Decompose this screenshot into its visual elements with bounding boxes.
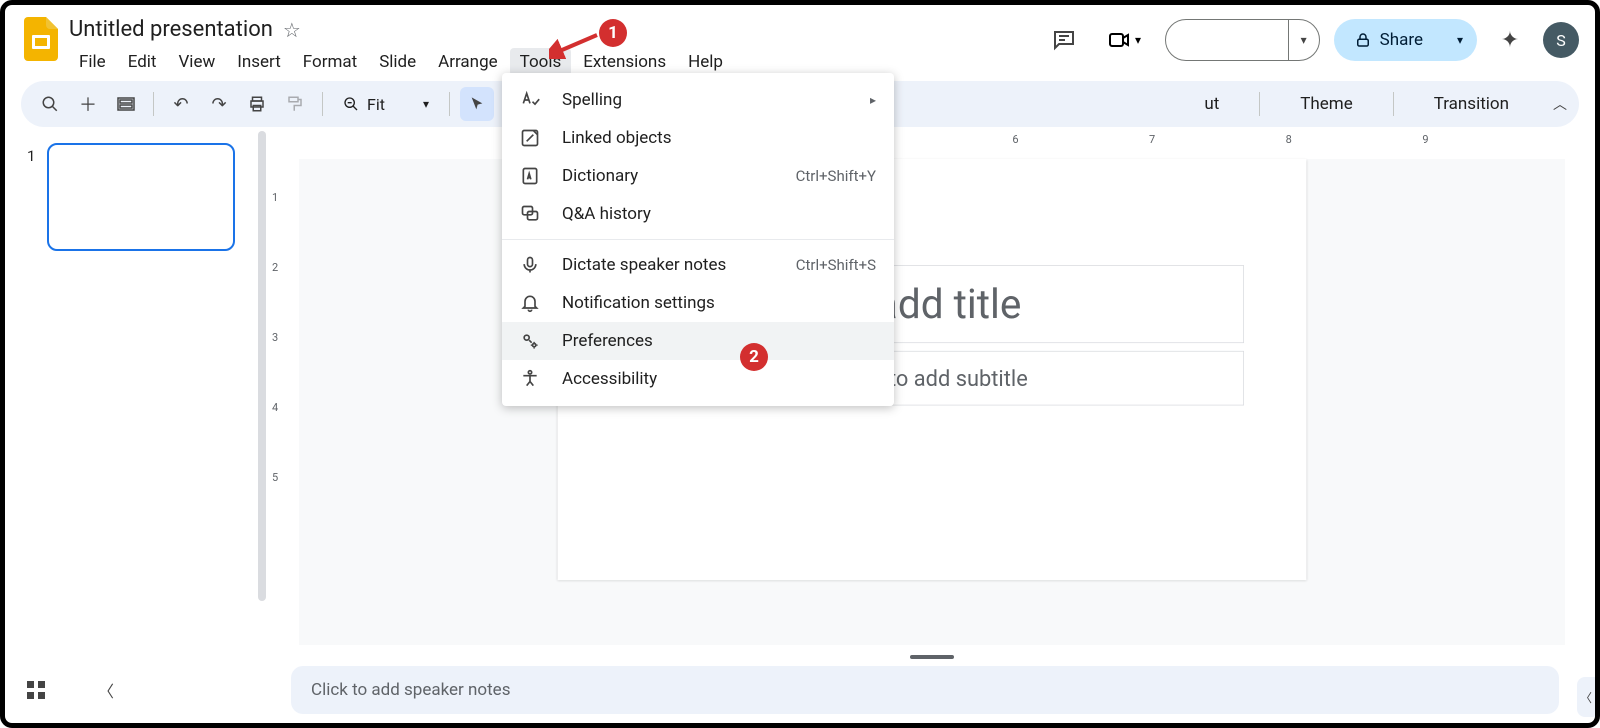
- menu-item-label: Dictate speaker notes: [562, 255, 726, 275]
- vertical-ruler: 12345: [269, 151, 289, 665]
- menu-file[interactable]: File: [69, 48, 116, 76]
- menu-item-dictionary[interactable]: Dictionary Ctrl+Shift+Y: [502, 157, 894, 195]
- share-button[interactable]: Share ▾: [1334, 19, 1477, 61]
- lock-icon: [1354, 31, 1372, 49]
- zoom-dropdown[interactable]: Fit ▾: [333, 95, 439, 114]
- menu-insert[interactable]: Insert: [227, 48, 291, 76]
- star-icon[interactable]: ☆: [283, 18, 301, 42]
- spelling-icon: [520, 89, 546, 111]
- document-title[interactable]: Untitled presentation: [69, 17, 273, 42]
- linked-icon: [520, 127, 546, 149]
- slideshow-dropdown[interactable]: ▾: [1288, 20, 1319, 60]
- menu-help[interactable]: Help: [678, 48, 733, 76]
- slide-thumbnails-panel: 1: [5, 131, 255, 665]
- dict-icon: [520, 165, 546, 187]
- menu-item-q-a-history[interactable]: Q&A history: [502, 195, 894, 233]
- share-label: Share: [1380, 30, 1423, 50]
- menu-shortcut: Ctrl+Shift+Y: [796, 167, 876, 185]
- menu-item-label: Dictionary: [562, 166, 638, 186]
- grid-view-icon[interactable]: [21, 675, 51, 705]
- menu-item-label: Linked objects: [562, 128, 672, 148]
- menu-item-spelling[interactable]: Spelling ▸: [502, 81, 894, 119]
- account-avatar[interactable]: S: [1543, 22, 1579, 58]
- gemini-icon[interactable]: ✦: [1491, 21, 1529, 59]
- speaker-notes-resize-handle[interactable]: [910, 655, 954, 659]
- previous-slide-icon[interactable]: 〈: [91, 675, 121, 705]
- layout-tab-cut[interactable]: ut: [1190, 88, 1233, 120]
- theme-tab[interactable]: Theme: [1286, 88, 1366, 120]
- menu-item-notification-settings[interactable]: Notification settings: [502, 284, 894, 322]
- annotation-arrow: [549, 29, 601, 59]
- annotation-callout-2: 2: [740, 343, 768, 371]
- menu-shortcut: Ctrl+Shift+S: [796, 256, 876, 274]
- collapse-toolbar-icon[interactable]: ︿: [1553, 94, 1567, 114]
- menu-view[interactable]: View: [168, 48, 225, 76]
- transition-tab[interactable]: Transition: [1420, 88, 1523, 120]
- menu-item-linked-objects[interactable]: Linked objects: [502, 119, 894, 157]
- menu-slide[interactable]: Slide: [369, 48, 426, 76]
- expand-side-panel-icon[interactable]: 〈: [1577, 677, 1595, 717]
- chevron-down-icon: ▾: [423, 97, 429, 111]
- undo-icon[interactable]: ↶: [164, 87, 198, 121]
- slideshow-button[interactable]: Slideshow ▾: [1165, 19, 1320, 61]
- share-dropdown[interactable]: ▾: [1443, 19, 1477, 61]
- menu-format[interactable]: Format: [293, 48, 367, 76]
- bell-icon: [520, 292, 546, 314]
- zoom-label: Fit: [367, 95, 385, 114]
- menu-item-label: Q&A history: [562, 204, 651, 224]
- print-icon[interactable]: [240, 87, 274, 121]
- annotation-callout-1: 1: [599, 19, 627, 47]
- thumbnail-scrollbar[interactable]: [255, 131, 269, 665]
- speaker-notes-input[interactable]: Click to add speaker notes: [291, 666, 1559, 714]
- tools-menu-dropdown: Spelling ▸ Linked objects Dictionary Ctrl+Sh…: [502, 73, 894, 406]
- menubar: FileEditViewInsertFormatSlideArrangeTool…: [69, 48, 733, 76]
- slide-thumbnail-1[interactable]: [47, 143, 235, 251]
- horizontal-ruler: 6789: [289, 131, 1579, 151]
- menu-item-dictate-speaker-notes[interactable]: Dictate speaker notes Ctrl+Shift+S: [502, 246, 894, 284]
- layout-icon[interactable]: [109, 87, 143, 121]
- prefs-icon: [520, 330, 546, 352]
- select-tool-icon[interactable]: [460, 87, 494, 121]
- menu-item-accessibility[interactable]: Accessibility: [502, 360, 894, 398]
- redo-icon[interactable]: ↷: [202, 87, 236, 121]
- new-slide-icon[interactable]: ＋: [71, 87, 105, 121]
- paint-format-icon[interactable]: [278, 87, 312, 121]
- chevron-down-icon: ▾: [1135, 33, 1141, 47]
- menu-item-label: Spelling: [562, 90, 622, 110]
- qa-icon: [520, 203, 546, 225]
- menu-arrange[interactable]: Arrange: [428, 48, 507, 76]
- menu-item-preferences[interactable]: Preferences: [502, 322, 894, 360]
- slides-logo: [21, 19, 61, 59]
- mic-icon: [520, 254, 546, 276]
- menu-item-label: Preferences: [562, 331, 653, 351]
- menu-edit[interactable]: Edit: [118, 48, 167, 76]
- submenu-arrow-icon: ▸: [870, 93, 876, 107]
- menu-item-label: Accessibility: [562, 369, 657, 389]
- slide-number: 1: [27, 147, 35, 165]
- meet-button[interactable]: ▾: [1097, 22, 1151, 58]
- comments-icon[interactable]: [1045, 21, 1083, 59]
- menu-item-label: Notification settings: [562, 293, 715, 313]
- search-icon[interactable]: [33, 87, 67, 121]
- a11y-icon: [520, 368, 546, 390]
